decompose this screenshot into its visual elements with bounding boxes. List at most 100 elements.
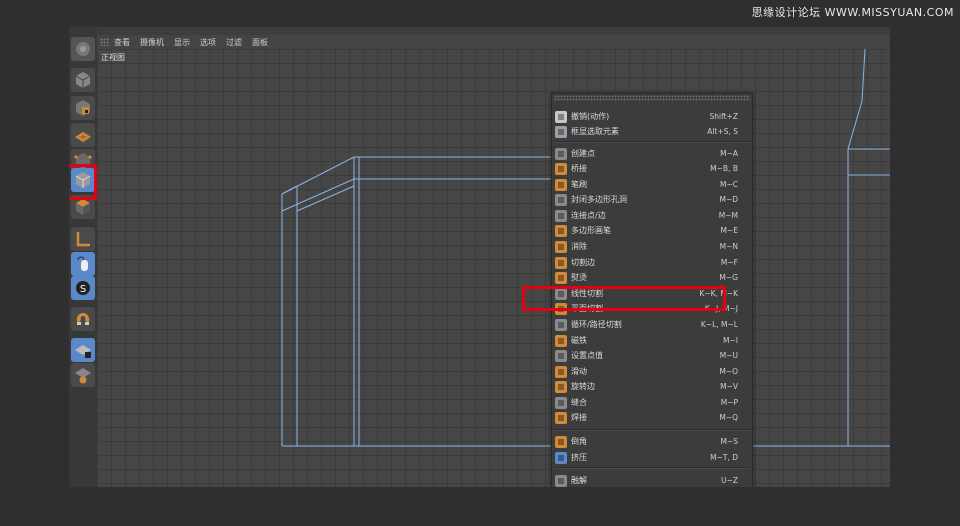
context-menu-item[interactable]: 循环/路径切割 K~L, M~L [552, 317, 752, 332]
locked-workplane-icon[interactable] [71, 338, 95, 362]
edge-cut-icon [555, 256, 567, 269]
dissolve-icon [555, 240, 567, 253]
menu-panel[interactable]: 面板 [252, 37, 268, 48]
brush-icon [555, 178, 567, 191]
context-menu-item[interactable]: 桥接 M~B, B [552, 161, 752, 176]
context-menu-item-label: 撤销(动作) [571, 112, 610, 121]
axis-mode-icon[interactable] [71, 227, 95, 251]
context-menu-item-label: 创建点 [571, 149, 595, 158]
slide-icon [555, 365, 567, 378]
context-menu-item[interactable]: 连接点/边 M~M [552, 208, 752, 223]
context-menu-item-shortcut: M~E [720, 226, 739, 235]
context-menu-item-label: 笔刷 [571, 180, 587, 189]
context-menu-item[interactable]: 消除 M~N [552, 239, 752, 254]
context-menu-item[interactable]: 框显选取元素 Alt+S, S [552, 124, 752, 139]
context-menu-item-shortcut: U~Z [721, 476, 738, 485]
context-menu-item-label: 设置点值 [571, 351, 603, 360]
context-menu-item-label: 框显选取元素 [571, 127, 619, 136]
context-menu-item[interactable]: 融解 U~Z [552, 473, 752, 487]
menu-separator [554, 141, 750, 143]
cinema4d-app: S 查看 摄像机 显示 选项 过滤 面板 正视图 撤销(动作) Shift+Z … [69, 27, 890, 487]
context-menu-item-label: 融解 [571, 476, 587, 485]
wireframe-mesh [281, 49, 890, 447]
context-menu-item-label: 消除 [571, 242, 587, 251]
context-menu-item[interactable]: 焊接 M~Q [552, 410, 752, 425]
undo-icon [555, 110, 567, 123]
menu-filter[interactable]: 过滤 [226, 37, 242, 48]
menu-display[interactable]: 显示 [174, 37, 190, 48]
polygon-pen-icon [555, 224, 567, 237]
frame-selection-icon [555, 125, 567, 138]
context-menu-item-shortcut: K~L, M~L [700, 320, 738, 329]
context-menu-item-shortcut: M~I [723, 336, 738, 345]
context-menu-item-label: 倒角 [571, 437, 587, 446]
spin-edge-icon [555, 380, 567, 393]
grip-handle[interactable] [100, 38, 110, 46]
menu-view[interactable]: 查看 [114, 37, 130, 48]
viewport-menubar: 查看 摄像机 显示 选项 过滤 面板 [97, 35, 890, 49]
context-menu-item-shortcut: M~T, D [710, 453, 738, 462]
context-menu-item[interactable]: 滑动 M~O [552, 364, 752, 379]
snapping-icon[interactable]: S [71, 276, 95, 300]
context-menu-item-shortcut: M~C [720, 180, 738, 189]
context-menu-item-label: 桥接 [571, 164, 587, 173]
extrude-icon [555, 451, 567, 464]
context-menu-item[interactable]: 多边形画笔 M~E [552, 223, 752, 238]
context-menu-item[interactable]: 封闭多边形孔洞 M~D [552, 192, 752, 207]
context-menu-item[interactable]: 笔刷 M~C [552, 177, 752, 192]
context-menu-item-shortcut: M~G [719, 273, 738, 282]
bevel-icon [555, 435, 567, 448]
magnet-icon [555, 334, 567, 347]
context-menu-item[interactable]: 设置点值 M~U [552, 348, 752, 363]
app-logo-icon[interactable] [71, 37, 95, 61]
context-menu-item[interactable]: 倒角 M~S [552, 434, 752, 449]
context-menu-item-label: 焊接 [571, 413, 587, 422]
context-menu-item-label: 循环/路径切割 [571, 320, 622, 329]
make-editable-cube-icon[interactable] [71, 68, 95, 92]
svg-text:S: S [80, 284, 86, 295]
planar-workplane-icon[interactable] [71, 363, 95, 387]
context-menu-item[interactable]: 挤压 M~T, D [552, 450, 752, 465]
context-menu-item-shortcut: M~N [719, 242, 738, 251]
menu-grip-handle[interactable] [554, 95, 750, 101]
context-menu-item-shortcut: M~D [719, 195, 738, 204]
context-menu-item-shortcut: M~Q [719, 413, 738, 422]
context-menu-item-shortcut: M~S [720, 437, 738, 446]
context-menu-item-shortcut: Alt+S, S [707, 127, 738, 136]
front-viewport[interactable]: 正视图 撤销(动作) Shift+Z 框显选取元素 Alt+S, S 创建点 M… [97, 49, 890, 487]
context-menu-item[interactable]: 磁铁 M~I [552, 333, 752, 348]
bridge-icon [555, 162, 567, 175]
left-toolbar: S [69, 27, 97, 487]
context-menu-item[interactable]: 旋转边 M~V [552, 379, 752, 394]
melt-icon [555, 474, 567, 487]
workplane-mode-icon[interactable] [71, 123, 95, 147]
menu-cameras[interactable]: 摄像机 [140, 37, 164, 48]
texture-mode-icon[interactable] [71, 96, 95, 120]
context-menu-item[interactable]: 创建点 M~A [552, 146, 752, 161]
context-menu-item-shortcut: M~M [718, 211, 738, 220]
context-menu-item-shortcut: M~U [719, 351, 738, 360]
context-menu-item-shortcut: M~A [720, 149, 738, 158]
tweak-mode-icon[interactable] [71, 252, 95, 276]
context-menu-item-label: 缝合 [571, 398, 587, 407]
context-menu-item-shortcut: M~P [720, 398, 738, 407]
menu-options[interactable]: 选项 [200, 37, 216, 48]
context-menu-item[interactable]: 熨烫 M~G [552, 270, 752, 285]
context-menu-item-label: 切割边 [571, 258, 595, 267]
context-menu-item-label: 滑动 [571, 367, 587, 376]
create-point-icon [555, 147, 567, 160]
context-menu-item-label: 多边形画笔 [571, 226, 611, 235]
connect-icon [555, 209, 567, 222]
menu-separator [554, 429, 750, 431]
context-menu-item-label: 旋转边 [571, 382, 595, 391]
context-menu-item-label: 连接点/边 [571, 211, 606, 220]
context-menu-item-label: 挤压 [571, 453, 587, 462]
magnet-snap-icon[interactable] [71, 307, 95, 331]
context-menu-item[interactable]: 切割边 M~F [552, 255, 752, 270]
context-menu-item[interactable]: 缝合 M~P [552, 395, 752, 410]
set-point-icon [555, 349, 567, 362]
loop-cut-icon [555, 318, 567, 331]
context-menu-item[interactable]: 撤销(动作) Shift+Z [552, 109, 752, 124]
context-menu-item-shortcut: M~V [720, 382, 738, 391]
weld-icon [555, 411, 567, 424]
